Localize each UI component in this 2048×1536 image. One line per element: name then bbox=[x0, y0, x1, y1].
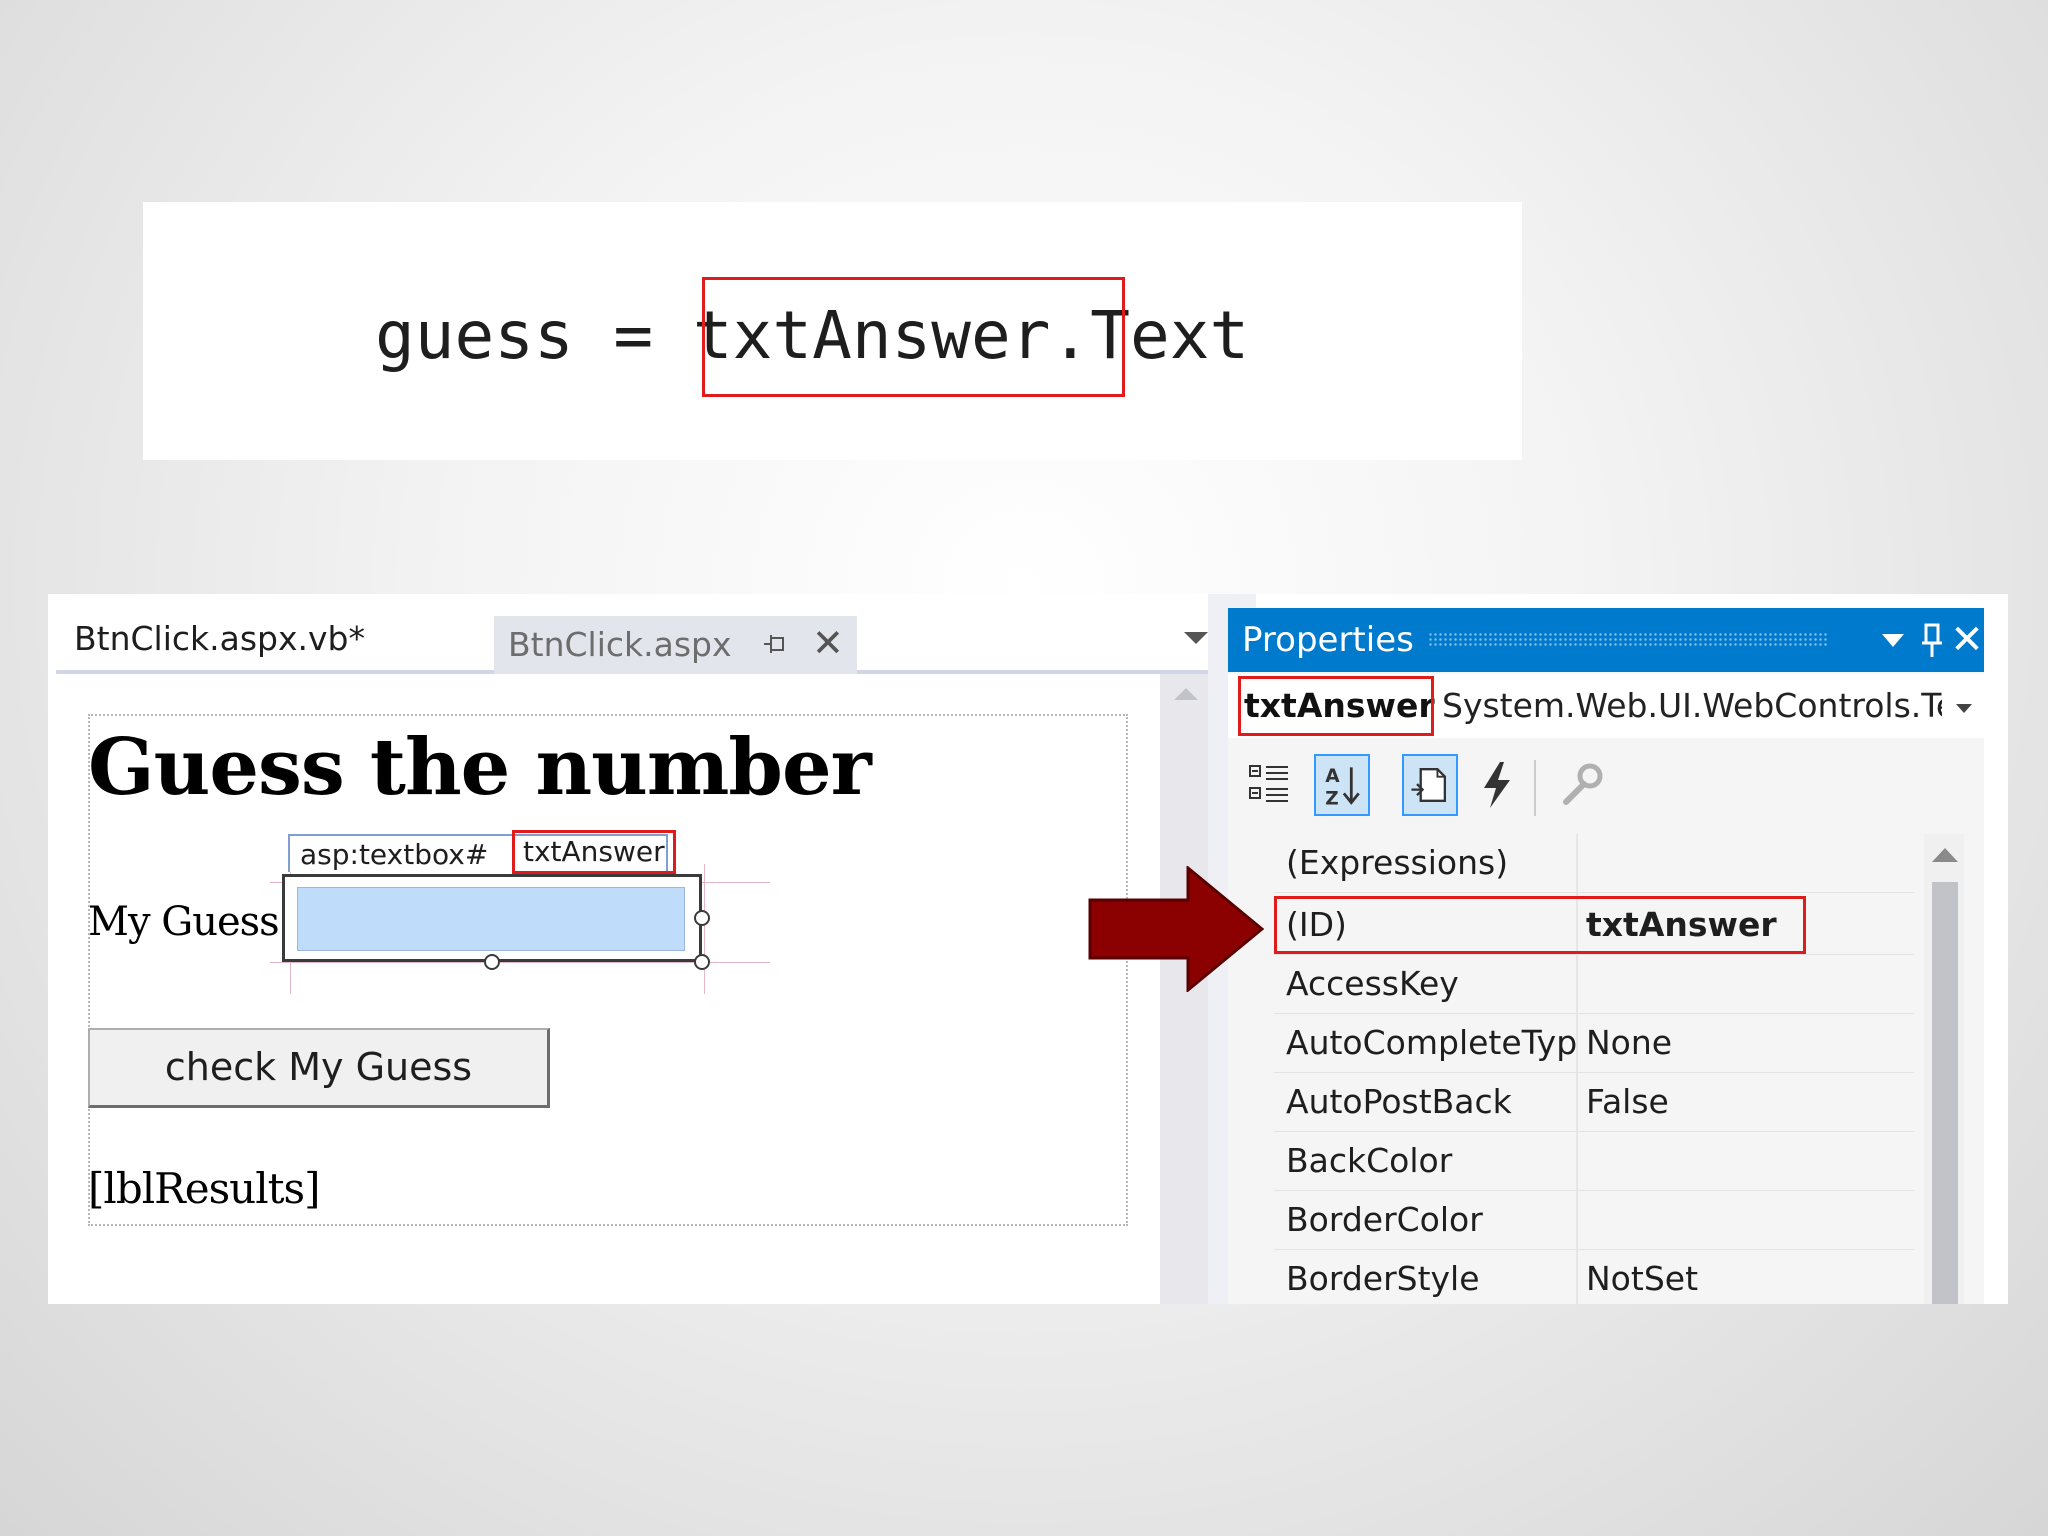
property-name: AccessKey bbox=[1286, 964, 1459, 1003]
properties-title-bar: Properties ✕ bbox=[1228, 608, 1984, 672]
code-highlight-box bbox=[702, 277, 1125, 397]
chevron-down-icon[interactable] bbox=[1184, 632, 1208, 644]
close-icon[interactable]: ✕ bbox=[812, 622, 852, 664]
ide-screenshot: BtnClick.aspx.vb* BtnClick.aspx ✕ Guess … bbox=[48, 594, 2008, 1304]
design-surface: Guess the number asp:textbox# txtAnswer … bbox=[56, 674, 1160, 1304]
check-my-guess-button[interactable]: check My Guess bbox=[88, 1028, 550, 1108]
property-name: BackColor bbox=[1286, 1141, 1453, 1180]
editor-tab-strip: BtnClick.aspx.vb* BtnClick.aspx ✕ bbox=[56, 604, 1208, 674]
tab-btnclick-aspx-vb[interactable]: BtnClick.aspx.vb* bbox=[74, 614, 365, 664]
property-name: (Expressions) bbox=[1286, 843, 1509, 882]
textbox-selection[interactable] bbox=[282, 874, 702, 962]
property-grid-scrollbar[interactable] bbox=[1924, 834, 1964, 1304]
property-row[interactable]: AccessKey bbox=[1274, 955, 1914, 1014]
property-name: BorderColor bbox=[1286, 1200, 1483, 1239]
chevron-down-icon[interactable] bbox=[1882, 634, 1904, 647]
pin-icon[interactable] bbox=[1918, 622, 1946, 660]
tab-btnclick-aspx[interactable]: BtnClick.aspx ✕ bbox=[494, 616, 857, 674]
scroll-thumb[interactable] bbox=[1932, 882, 1958, 1304]
svg-text:Z: Z bbox=[1325, 789, 1338, 810]
object-id-highlight-box bbox=[1238, 676, 1434, 736]
property-row[interactable]: BackColor bbox=[1274, 1132, 1914, 1191]
property-pages-icon[interactable] bbox=[1554, 754, 1610, 816]
drag-grip[interactable] bbox=[1428, 632, 1828, 648]
chevron-down-icon[interactable] bbox=[1956, 704, 1972, 713]
textbox-tag-id: txtAnswer bbox=[523, 835, 665, 868]
properties-panel: Properties ✕ txtAnswer System.Web.UI.Web… bbox=[1228, 608, 1984, 1304]
property-row[interactable]: BorderStyle NotSet bbox=[1274, 1250, 1914, 1304]
property-value: NotSet bbox=[1586, 1259, 1699, 1298]
scroll-up-icon[interactable] bbox=[1174, 688, 1198, 700]
property-name: AutoPostBack bbox=[1286, 1082, 1512, 1121]
id-row-highlight-box bbox=[1274, 896, 1806, 954]
property-value: False bbox=[1586, 1082, 1669, 1121]
property-value: None bbox=[1586, 1023, 1673, 1062]
resize-handle-bottom[interactable] bbox=[484, 954, 500, 970]
alphabetical-icon[interactable]: A Z bbox=[1314, 754, 1370, 816]
textbox-tag-prefix: asp:textbox# bbox=[300, 838, 489, 871]
property-grid: (Expressions) (ID) txtAnswer AccessKey A… bbox=[1274, 834, 1914, 1304]
my-guess-label: My Guess bbox=[88, 899, 280, 945]
alignment-guide bbox=[704, 864, 705, 994]
property-name: BorderStyle bbox=[1286, 1259, 1480, 1298]
page-heading: Guess the number bbox=[88, 722, 872, 813]
properties-title: Properties bbox=[1242, 620, 1414, 660]
properties-icon[interactable] bbox=[1402, 754, 1458, 816]
scroll-up-icon[interactable] bbox=[1932, 848, 1958, 862]
txt-answer-input[interactable] bbox=[297, 887, 685, 951]
tab-label: BtnClick.aspx bbox=[508, 625, 732, 664]
pin-icon[interactable] bbox=[762, 632, 788, 658]
tag-id-highlight-box: txtAnswer bbox=[512, 830, 676, 874]
toolbar-separator bbox=[1534, 760, 1536, 816]
resize-handle-corner[interactable] bbox=[694, 954, 710, 970]
property-row[interactable]: AutoCompleteType None bbox=[1274, 1014, 1914, 1073]
property-name: AutoCompleteType bbox=[1286, 1023, 1576, 1062]
events-icon[interactable] bbox=[1468, 754, 1524, 816]
svg-text:A: A bbox=[1325, 766, 1340, 787]
resize-handle-right[interactable] bbox=[694, 910, 710, 926]
property-row[interactable]: AutoPostBack False bbox=[1274, 1073, 1914, 1132]
object-selector[interactable]: txtAnswer System.Web.UI.WebControls.Text… bbox=[1228, 674, 1984, 738]
property-row[interactable]: BorderColor bbox=[1274, 1191, 1914, 1250]
properties-toolbar: A Z bbox=[1228, 740, 1984, 830]
property-row[interactable]: (Expressions) bbox=[1274, 834, 1914, 893]
results-label: [lblResults] bbox=[88, 1164, 320, 1213]
arrow-right-icon bbox=[1088, 866, 1264, 992]
close-icon[interactable]: ✕ bbox=[1950, 612, 1984, 668]
categorized-icon[interactable] bbox=[1242, 754, 1298, 816]
object-type: System.Web.UI.WebControls.TextBox bbox=[1442, 686, 1942, 725]
